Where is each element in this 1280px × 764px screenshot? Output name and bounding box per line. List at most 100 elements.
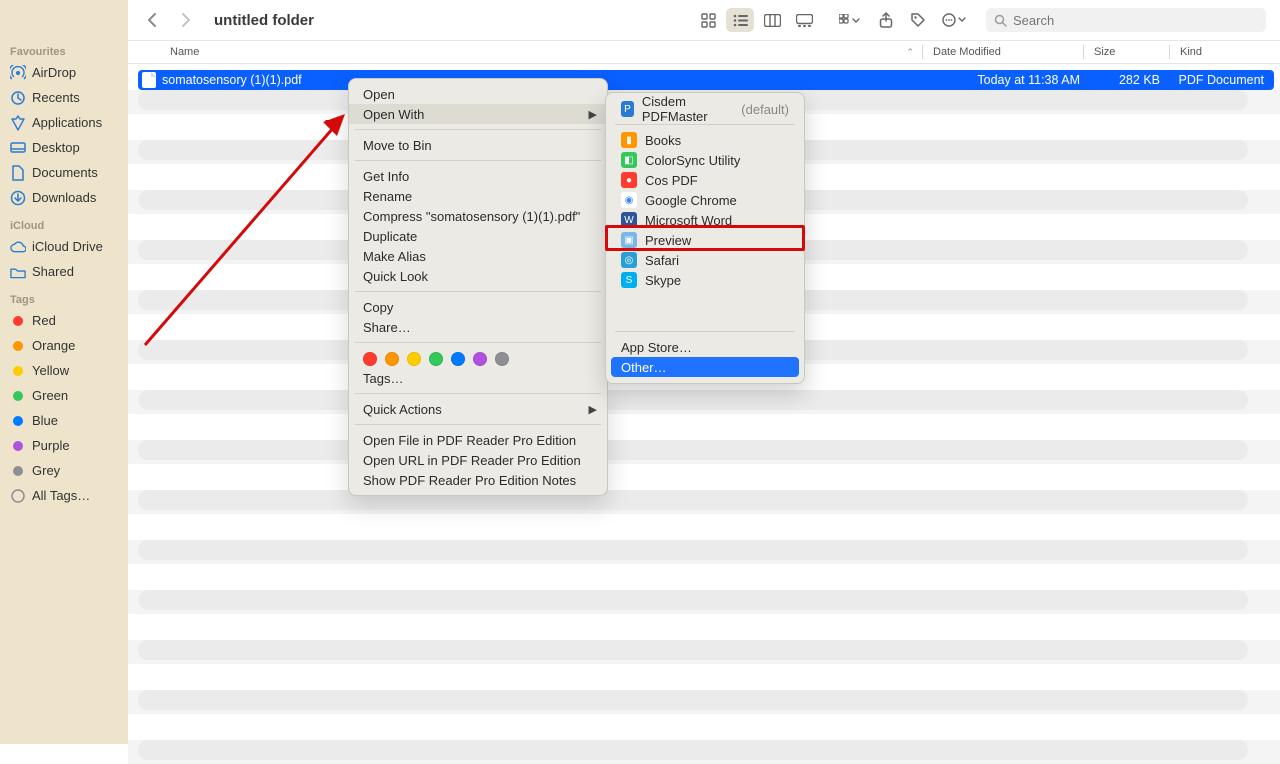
alltags-icon <box>10 488 26 504</box>
menu-item-label: Duplicate <box>363 229 417 244</box>
submenu-item[interactable]: WMicrosoft Word <box>611 210 799 230</box>
submenu-item[interactable]: ●Cos PDF <box>611 170 799 190</box>
sidebar-item-label: Grey <box>32 463 60 478</box>
sidebar-item[interactable]: AirDrop <box>6 60 122 85</box>
tag-color[interactable] <box>495 352 509 366</box>
sidebar-item[interactable]: All Tags… <box>6 483 122 508</box>
menu-item-label: Rename <box>363 189 412 204</box>
tag-color[interactable] <box>473 352 487 366</box>
menu-item[interactable]: Get Info <box>349 166 607 186</box>
menu-item[interactable]: Duplicate <box>349 226 607 246</box>
menu-item[interactable]: Compress "somatosensory (1)(1).pdf" <box>349 206 607 226</box>
sidebar-item[interactable]: Purple <box>6 433 122 458</box>
toolbar: untitled folder <box>128 0 1280 40</box>
tag-color[interactable] <box>407 352 421 366</box>
sidebar-item[interactable]: Shared <box>6 259 122 284</box>
tag-color[interactable] <box>363 352 377 366</box>
col-name[interactable]: Name⌃ <box>128 46 922 58</box>
window-title: untitled folder <box>214 12 314 29</box>
sidebar-item[interactable]: Yellow <box>6 358 122 383</box>
menu-item[interactable]: Make Alias <box>349 246 607 266</box>
menu-item-label: Quick Look <box>363 269 428 284</box>
sidebar-item-label: AirDrop <box>32 65 76 80</box>
submenu-item[interactable]: ▣Preview <box>611 230 799 250</box>
submenu-item[interactable]: ◧ColorSync Utility <box>611 150 799 170</box>
sidebar-item[interactable]: Grey <box>6 458 122 483</box>
sidebar-item-label: Red <box>32 313 56 328</box>
app-icon: ▣ <box>621 232 637 248</box>
forward-button[interactable] <box>176 10 196 30</box>
menu-item-label: Tags… <box>363 371 403 386</box>
submenu-item[interactable]: SSkype <box>611 270 799 290</box>
col-date[interactable]: Date Modified <box>923 46 1083 58</box>
column-view-button[interactable] <box>758 8 786 32</box>
sidebar-item[interactable]: Green <box>6 383 122 408</box>
menu-item[interactable]: Share… <box>349 317 607 337</box>
menu-item[interactable]: Open URL in PDF Reader Pro Edition <box>349 450 607 470</box>
submenu-item-label: Cisdem PDFMaster <box>642 94 733 124</box>
sidebar-item[interactable]: Recents <box>6 85 122 110</box>
actions-button[interactable] <box>936 8 972 32</box>
gallery-view-button[interactable] <box>790 8 818 32</box>
submenu-item[interactable]: ◉Google Chrome <box>611 190 799 210</box>
clock-icon <box>10 90 26 106</box>
group-by-button[interactable] <box>832 8 868 32</box>
sidebar-item[interactable]: Downloads <box>6 185 122 210</box>
submenu-item[interactable]: ◎Safari <box>611 250 799 270</box>
menu-item[interactable]: Tags… <box>349 368 607 388</box>
menu-item-label: Show PDF Reader Pro Edition Notes <box>363 473 576 488</box>
sidebar-item[interactable]: Documents <box>6 160 122 185</box>
submenu-item[interactable]: PCisdem PDFMaster (default) <box>611 99 799 119</box>
file-date: Today at 11:38 AM <box>920 73 1080 87</box>
sidebar-item[interactable]: Blue <box>6 408 122 433</box>
file-row-selected[interactable]: somatosensory (1)(1).pdf Today at 11:38 … <box>138 70 1274 90</box>
sidebar-item[interactable]: Applications <box>6 110 122 135</box>
tag-dot-icon <box>10 413 26 429</box>
back-button[interactable] <box>142 10 162 30</box>
menu-item-label: Open <box>363 87 395 102</box>
app-icon: ◉ <box>621 192 637 208</box>
menu-item-label: Get Info <box>363 169 409 184</box>
menu-item[interactable]: Open With▶ <box>349 104 607 124</box>
search-field[interactable] <box>986 8 1266 32</box>
submenu-item[interactable]: Other… <box>611 357 799 377</box>
menu-item[interactable]: Rename <box>349 186 607 206</box>
sidebar-item[interactable]: Desktop <box>6 135 122 160</box>
sidebar-item-label: Purple <box>32 438 70 453</box>
submenu-item[interactable]: ▮Books <box>611 130 799 150</box>
shared-icon <box>10 264 26 280</box>
menu-item[interactable]: Move to Bin <box>349 135 607 155</box>
col-kind[interactable]: Kind <box>1170 46 1280 58</box>
sidebar-item[interactable]: iCloud Drive <box>6 234 122 259</box>
view-mode-group <box>694 8 818 32</box>
tag-color[interactable] <box>429 352 443 366</box>
sidebar-item-label: iCloud Drive <box>32 239 103 254</box>
tag-dot-icon <box>10 438 26 454</box>
tags-button[interactable] <box>904 8 932 32</box>
sidebar-item[interactable]: Orange <box>6 333 122 358</box>
menu-item-label: Copy <box>363 300 393 315</box>
submenu-item-label: Safari <box>645 253 679 268</box>
menu-item[interactable]: Show PDF Reader Pro Edition Notes <box>349 470 607 490</box>
menu-item-label: Make Alias <box>363 249 426 264</box>
submenu-item-label: App Store… <box>621 340 692 355</box>
chevron-right-icon: ▶ <box>589 403 597 416</box>
list-view-button[interactable] <box>726 8 754 32</box>
menu-item[interactable]: Open <box>349 84 607 104</box>
tag-color[interactable] <box>451 352 465 366</box>
col-size[interactable]: Size <box>1084 46 1169 58</box>
sidebar-item-label: All Tags… <box>32 488 90 503</box>
tag-color[interactable] <box>385 352 399 366</box>
document-icon <box>10 165 26 181</box>
menu-item[interactable]: Quick Look <box>349 266 607 286</box>
menu-item[interactable]: Open File in PDF Reader Pro Edition <box>349 430 607 450</box>
icon-view-button[interactable] <box>694 8 722 32</box>
menu-item[interactable]: Quick Actions▶ <box>349 399 607 419</box>
share-button[interactable] <box>872 8 900 32</box>
desktop-icon <box>10 140 26 156</box>
tag-dot-icon <box>10 463 26 479</box>
menu-item[interactable]: Copy <box>349 297 607 317</box>
submenu-item[interactable]: App Store… <box>611 337 799 357</box>
sidebar-item[interactable]: Red <box>6 308 122 333</box>
search-input[interactable] <box>1013 13 1258 28</box>
